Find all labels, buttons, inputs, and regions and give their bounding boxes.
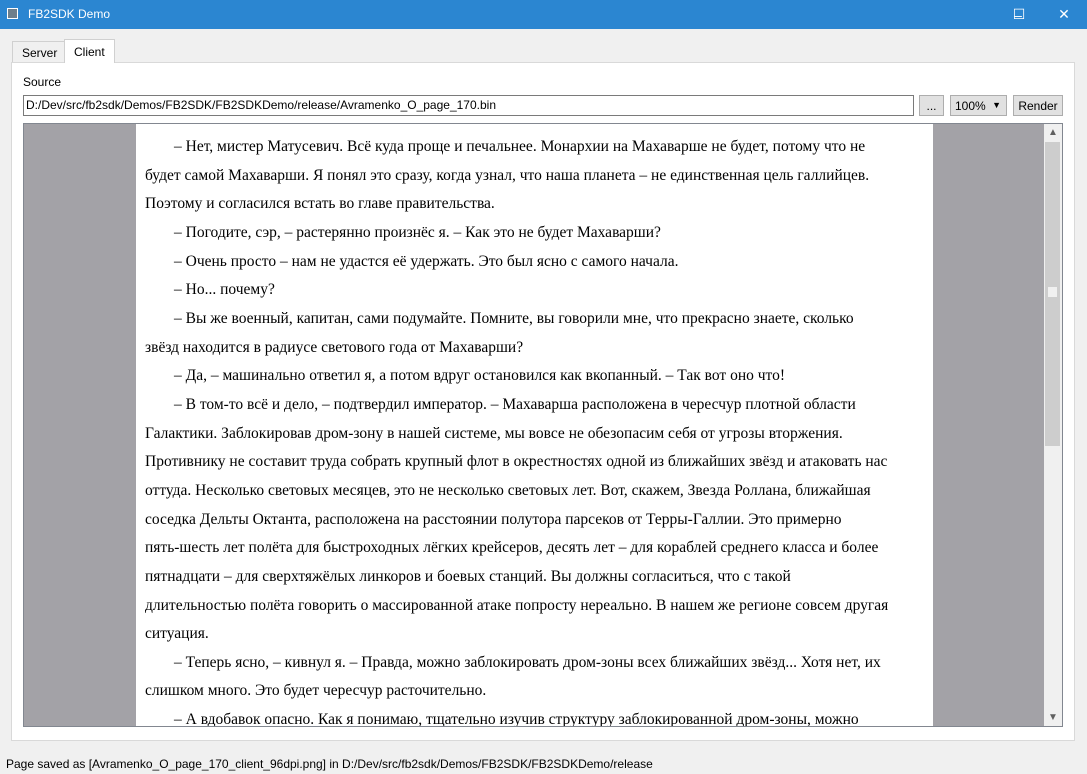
maximize-button[interactable]: ☐ — [996, 0, 1042, 29]
chevron-down-icon: ▼ — [992, 100, 1001, 110]
title-bar: FB2SDK Demo – ☐ ✕ — [0, 0, 1087, 29]
text-line: – Нет, мистер Матусевич. Всё куда проще … — [174, 138, 866, 155]
text-line: пять-шесть лет полёта для быстроходных л… — [145, 539, 879, 557]
render-button[interactable]: Render — [1013, 95, 1063, 116]
close-button[interactable]: ✕ — [1041, 0, 1087, 29]
rendered-page: – Нет, мистер Матусевич. Всё куда проще … — [136, 124, 933, 727]
text-line: – Вы же военный, капитан, сами подумайте… — [174, 309, 854, 327]
scroll-up-icon[interactable]: ▲ — [1044, 124, 1062, 141]
scrollbar-thumb[interactable] — [1045, 142, 1060, 446]
tab-client[interactable]: Client — [64, 39, 115, 63]
app-icon — [7, 8, 18, 19]
text-line: длительностью полёта говорить о массиров… — [145, 596, 889, 614]
text-line: Противнику не составит труда собрать кру… — [145, 453, 888, 471]
text-line: – В том-то всё и дело, – подтвердил импе… — [174, 395, 856, 413]
tab-server[interactable]: Server — [12, 41, 68, 63]
text-line: – Теперь ясно, – кивнул я. – Правда, мож… — [174, 653, 881, 671]
text-line: Поэтому и согласился встать во главе пра… — [145, 195, 495, 213]
source-path-input[interactable]: D:/Dev/src/fb2sdk/Demos/FB2SDK/FB2SDKDem… — [23, 95, 914, 116]
zoom-value: 100% — [955, 98, 986, 113]
vertical-scrollbar[interactable]: ▲ ▼ — [1044, 124, 1062, 726]
window-title: FB2SDK Demo — [28, 7, 111, 21]
text-line: ситуация. — [145, 625, 209, 643]
text-line: Галактики. Заблокировав дром-зону в наше… — [145, 424, 843, 442]
text-line: будет самой Махаварши. Я понял это сразу… — [145, 166, 870, 184]
text-line: оттуда. Несколько световых месяцев, это … — [145, 481, 871, 499]
zoom-select[interactable]: 100% ▼ — [950, 95, 1007, 116]
browse-button[interactable]: ... — [919, 95, 944, 116]
text-line: – Очень просто – нам не удастся её удерж… — [174, 252, 679, 270]
text-line: слишком много. Это будет чересчур расточ… — [145, 682, 487, 700]
text-line: – Но... почему? — [174, 281, 275, 299]
text-line: – Погодите, сэр, – растерянно произнёс я… — [174, 223, 661, 241]
source-label: Source — [23, 75, 62, 89]
thumb-grip — [1048, 287, 1057, 297]
text-line: звёзд находится в радиусе светового года… — [145, 338, 524, 356]
text-line: пятнадцати – для сверхтяжёлых линкоров и… — [145, 567, 791, 585]
scroll-down-icon[interactable]: ▼ — [1044, 709, 1062, 726]
text-line: – Да, – машинально ответил я, а потом вд… — [174, 367, 786, 385]
page-viewer[interactable]: – Нет, мистер Матусевич. Всё куда проще … — [23, 123, 1063, 727]
text-line: – А вдобавок опасно. Как я понимаю, тщат… — [174, 711, 859, 727]
status-bar-message: Page saved as [Avramenko_O_page_170_clie… — [6, 757, 653, 771]
text-line: соседка Дельты Октанта, расположена на р… — [145, 510, 842, 528]
